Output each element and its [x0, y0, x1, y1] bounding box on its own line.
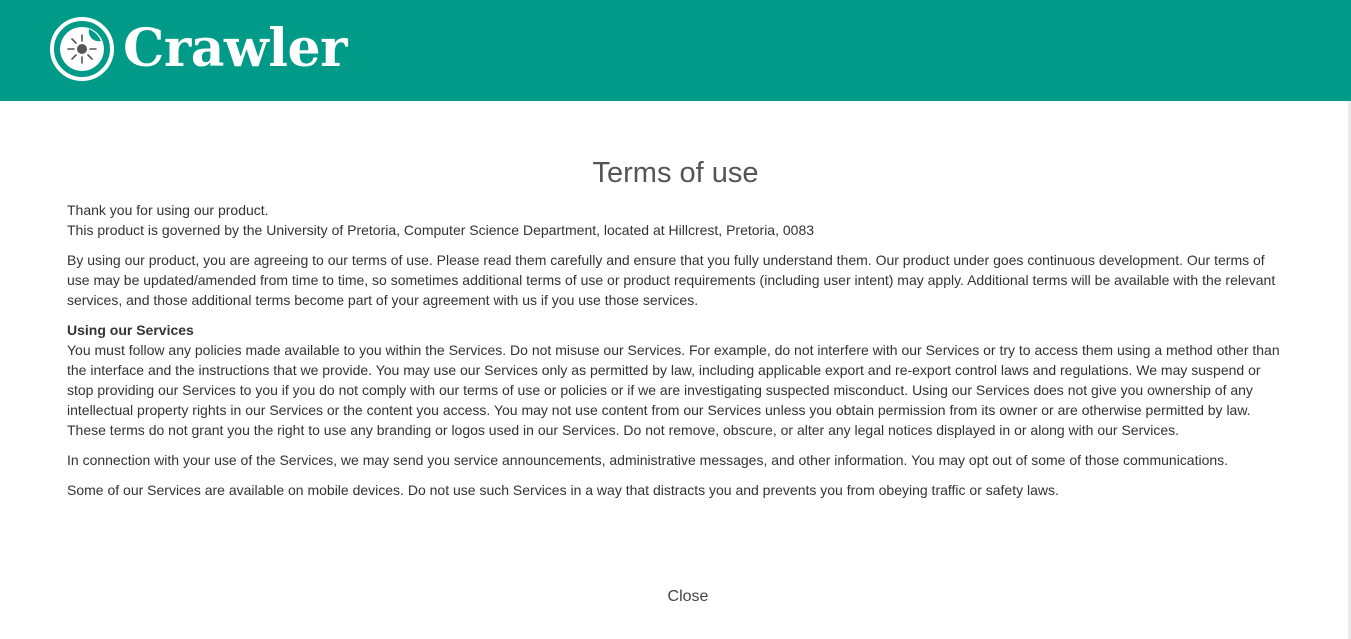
page-title: Terms of use: [592, 157, 759, 189]
close-button[interactable]: Close: [648, 585, 728, 609]
crawler-sun-icon: [50, 17, 114, 81]
brand-name: Crawler: [123, 18, 347, 79]
services-paragraph: Using our Services You must follow any p…: [67, 320, 1281, 440]
communications-paragraph: In connection with your use of the Servi…: [67, 452, 1229, 468]
services-heading: Using our Services: [67, 322, 194, 338]
intro-governance: This product is governed by the Universi…: [67, 222, 815, 238]
services-body: You must follow any policies made availa…: [67, 342, 1280, 438]
agreement-paragraph: By using our product, you are agreeing t…: [67, 252, 1276, 308]
terms-content: Thank you for using our product. This pr…: [67, 200, 1281, 510]
intro-thanks: Thank you for using our product.: [67, 202, 269, 218]
app-header: Crawler: [0, 0, 1351, 101]
logo[interactable]: Crawler: [49, 16, 347, 82]
mobile-paragraph: Some of our Services are available on mo…: [67, 482, 1059, 498]
intro-paragraph: Thank you for using our product. This pr…: [67, 200, 1281, 240]
